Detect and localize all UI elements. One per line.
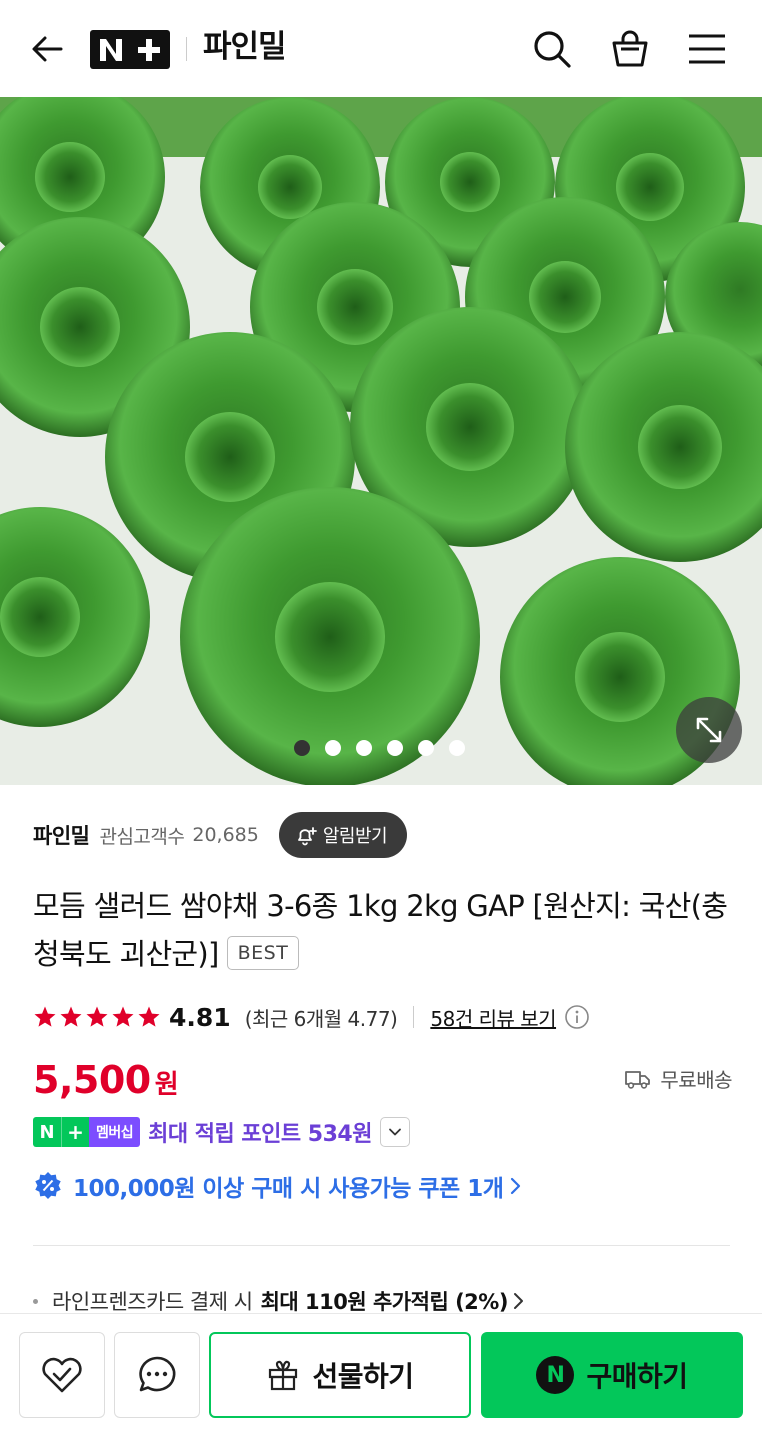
- talk-button[interactable]: [114, 1332, 200, 1418]
- bullet: [33, 1298, 38, 1304]
- carousel-dot[interactable]: [325, 740, 341, 756]
- bottom-action-bar: 선물하기 N 구매하기: [0, 1313, 762, 1440]
- star-icon: [112, 1006, 134, 1027]
- chat-bubble-icon: [139, 1356, 176, 1392]
- card-benefit-strong: 최대 110원 추가적립 (2%): [260, 1290, 509, 1314]
- notify-label: 알림받기: [322, 826, 388, 847]
- naver-pay-n-icon: N: [536, 1356, 575, 1394]
- price-amount: 5,500: [33, 1058, 151, 1102]
- rating-row: 4.81 (최근 6개월 4.77) 58건 리뷰 보기: [33, 998, 590, 1036]
- hamburger-menu-icon: [689, 34, 725, 64]
- rating-divider: [413, 1006, 415, 1028]
- price-unit: 원: [154, 1070, 179, 1100]
- membership-row: N + 멤버십 최대 적립 포인트 534원: [33, 1116, 410, 1148]
- search-icon: [534, 31, 571, 68]
- back-button[interactable]: [26, 28, 68, 70]
- best-badge: BEST: [226, 936, 300, 970]
- membership-expand-button[interactable]: [379, 1117, 410, 1147]
- buy-button[interactable]: N 구매하기: [481, 1332, 743, 1418]
- search-button[interactable]: [529, 26, 575, 72]
- like-button[interactable]: [19, 1332, 105, 1418]
- shipping-label: 무료배송: [660, 1068, 732, 1092]
- carousel-dot[interactable]: [418, 740, 434, 756]
- star-icon: [86, 1006, 108, 1027]
- star-icon: [34, 1006, 56, 1027]
- seller-row: 파인밀 관심고객수 20,685 알림받기: [33, 812, 408, 858]
- store-name[interactable]: 파인밀: [203, 27, 287, 67]
- gift-icon: [266, 1358, 300, 1392]
- gift-button[interactable]: 선물하기: [209, 1332, 471, 1418]
- buy-label: 구매하기: [586, 1360, 688, 1393]
- coupon-row[interactable]: 100,000원 이상 구매 시 사용가능 쿠폰 1개: [33, 1168, 523, 1204]
- membership-badge-text: 멤버십: [89, 1117, 141, 1147]
- rating-score: 4.81: [169, 1002, 231, 1032]
- carousel-dot[interactable]: [356, 740, 372, 756]
- carousel-indicator: [294, 737, 465, 759]
- membership-badge: N + 멤버십: [33, 1117, 141, 1147]
- star-rating: [33, 1005, 161, 1029]
- product-image-carousel[interactable]: [0, 97, 762, 785]
- section-divider: [33, 1245, 730, 1246]
- rating-recent: (최근 6개월 4.77): [244, 1006, 398, 1031]
- carousel-dot-active[interactable]: [294, 740, 310, 756]
- star-icon: [138, 1006, 160, 1027]
- shopping-bag-icon: [612, 30, 648, 67]
- follower-count: 20,685: [192, 824, 259, 846]
- membership-badge-plus: +: [61, 1117, 89, 1147]
- chevron-down-icon: [389, 1128, 401, 1136]
- star-icon: [60, 1006, 82, 1027]
- zoom-button[interactable]: [676, 697, 742, 763]
- logo-divider: [186, 37, 187, 61]
- seller-name[interactable]: 파인밀: [33, 820, 90, 850]
- cart-button[interactable]: [607, 26, 653, 72]
- notify-button[interactable]: 알림받기: [278, 812, 408, 858]
- review-link[interactable]: 58건 리뷰 보기: [430, 1003, 556, 1032]
- card-benefit-text: 라인프렌즈카드 결제 시: [52, 1290, 253, 1314]
- menu-button[interactable]: [684, 26, 730, 72]
- chevron-right-icon: [512, 1290, 526, 1312]
- product-photo: [0, 97, 762, 785]
- percent-coupon-icon: [33, 1171, 63, 1201]
- info-icon[interactable]: [564, 1004, 590, 1030]
- product-title: 모듬 샐러드 쌈야채 3-6종 1kg 2kg GAP [원산지: 국산(충청북…: [33, 882, 733, 978]
- price-row: 5,500 원: [33, 1058, 179, 1104]
- carousel-dot[interactable]: [387, 740, 403, 756]
- chevron-right-icon: [509, 1175, 523, 1197]
- expand-icon: [696, 717, 722, 743]
- membership-points: 최대 적립 포인트 534원: [148, 1122, 372, 1147]
- coupon-text: 100,000원 이상 구매 시 사용가능 쿠폰 1개: [73, 1176, 504, 1202]
- product-title-text: 모듬 샐러드 쌈야채 3-6종 1kg 2kg GAP [원산지: 국산(충청북…: [33, 889, 728, 971]
- shipping-info: 무료배송: [624, 1064, 732, 1093]
- follower-label: 관심고객수: [99, 825, 185, 848]
- bell-plus-icon: [295, 824, 317, 846]
- carousel-dot[interactable]: [449, 740, 465, 756]
- top-header: 파인밀: [0, 0, 762, 97]
- membership-badge-n: N: [33, 1117, 61, 1147]
- n-plus-logo[interactable]: [90, 30, 170, 69]
- truck-icon: [624, 1068, 652, 1090]
- gift-label: 선물하기: [312, 1360, 414, 1393]
- heart-check-icon: [42, 1357, 82, 1393]
- back-arrow-icon: [32, 36, 63, 62]
